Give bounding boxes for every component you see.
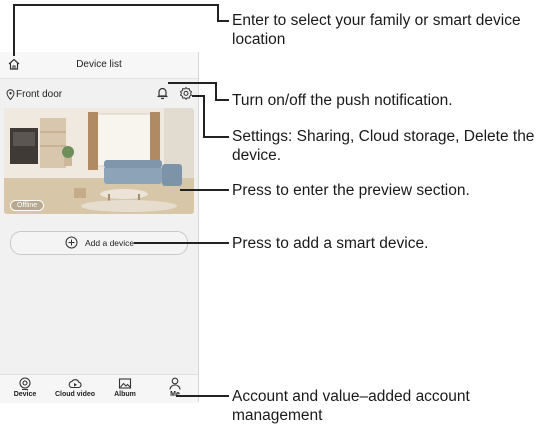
annotation-account: Account and value–added account manageme… (232, 388, 470, 424)
leader-line-notification (168, 82, 216, 84)
annotation-notification: Turn on/off the push notification. (232, 92, 453, 109)
leader-line-preview (180, 189, 229, 191)
tab-album[interactable]: Album (100, 377, 150, 398)
tab-cloud-video[interactable]: Cloud video (50, 377, 100, 398)
annotation-settings: Settings: Sharing, Cloud storage, Delete… (232, 128, 535, 164)
phone-screen: Device list Front door Offline Add a dev… (0, 52, 199, 403)
tab-label: Album (114, 391, 136, 398)
device-icon (19, 377, 31, 390)
annotation-location: Enter to select your family or smart dev… (232, 12, 521, 48)
leader-line-notification (215, 82, 217, 100)
album-icon (118, 378, 132, 389)
annotation-add-device: Press to add a smart device. (232, 235, 429, 252)
leader-line-settings (203, 136, 229, 138)
app-header: Device list (0, 52, 198, 79)
plus-circle-icon (65, 236, 78, 249)
annotation-preview: Press to enter the preview section. (232, 182, 470, 199)
location-pin-icon (6, 89, 15, 100)
tab-device[interactable]: Device (0, 377, 50, 398)
add-device-label: Add a device (85, 238, 135, 248)
bell-icon[interactable] (156, 86, 169, 100)
diagram-canvas: Device list Front door Offline Add a dev… (0, 0, 556, 426)
leader-line-add-device (134, 242, 229, 244)
leader-line-settings (203, 95, 205, 137)
camera-preview[interactable]: Offline (4, 108, 194, 214)
page-title: Device list (76, 59, 122, 70)
leader-line-location (217, 4, 219, 21)
cloud-video-icon (68, 379, 82, 389)
leader-line-location (13, 4, 218, 6)
gear-icon[interactable] (179, 86, 193, 100)
leader-line-location (13, 4, 15, 56)
tab-label: Device (13, 391, 37, 398)
living-room-image (4, 108, 194, 214)
leader-line-account (176, 395, 229, 397)
device-name: Front door (16, 89, 63, 100)
bottom-tab-bar: Device Cloud video Album Me (0, 374, 198, 403)
offline-badge: Offline (10, 200, 45, 211)
person-icon (169, 377, 181, 390)
device-row: Front door (0, 86, 198, 104)
tab-label: Cloud video (54, 391, 96, 398)
leader-line-location (217, 20, 229, 22)
leader-line-notification (215, 99, 229, 101)
